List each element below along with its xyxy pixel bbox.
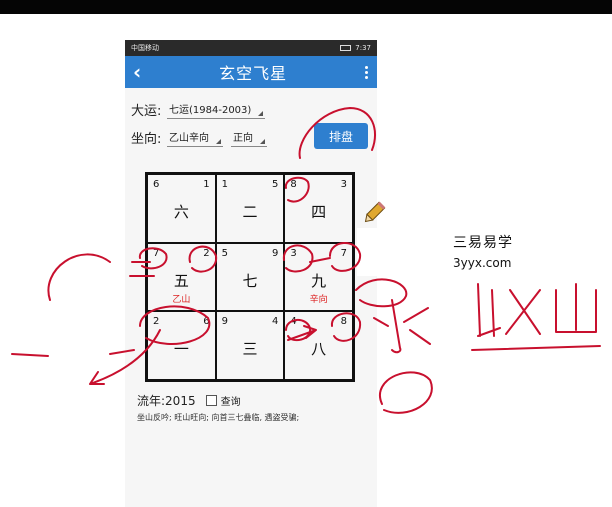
handwritten-annotations <box>11 107 601 414</box>
annotation-arrow <box>89 329 161 385</box>
annotation-stroke <box>47 253 111 301</box>
annotation-circle <box>379 371 433 414</box>
annotation-arrow <box>287 325 317 341</box>
annotation-circle <box>329 242 362 272</box>
annotation-circle <box>298 107 376 159</box>
annotation-stroke <box>109 349 135 355</box>
annotation-character <box>373 299 431 354</box>
annotation-circle <box>282 244 314 273</box>
annotation-stroke <box>11 353 49 357</box>
annotation-circle <box>139 305 211 345</box>
annotation-circle <box>188 245 218 273</box>
annotation-stroke <box>471 345 601 351</box>
annotation-circle <box>330 312 362 342</box>
annotation-circle <box>355 278 408 308</box>
annotation-character <box>477 283 597 337</box>
annotation-circle <box>138 247 168 270</box>
annotation-circle <box>284 176 310 203</box>
